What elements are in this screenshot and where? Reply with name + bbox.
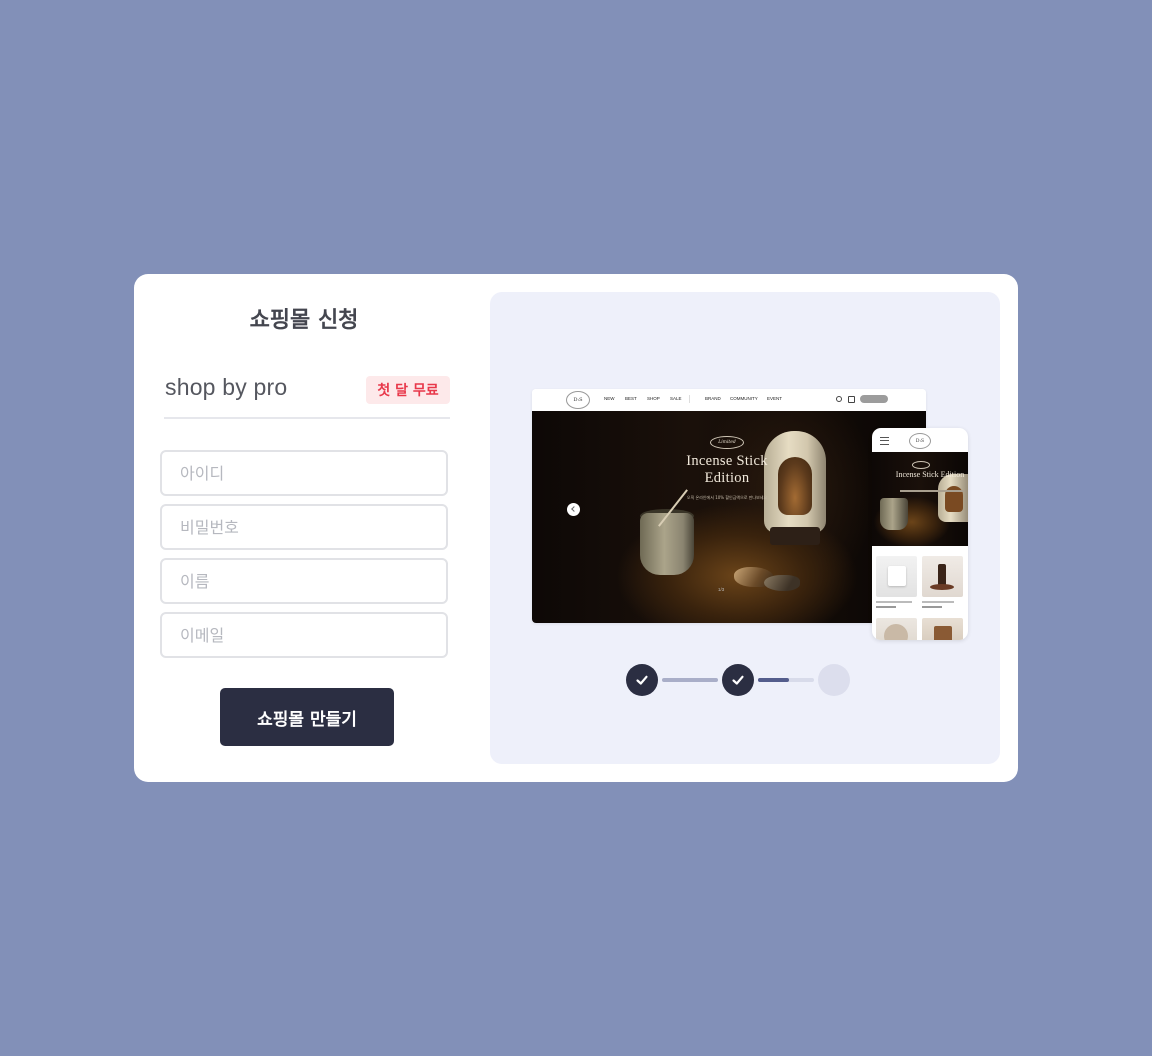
check-icon [732, 675, 744, 685]
nav-item-shop: SHOP [647, 396, 660, 401]
product-price-line [876, 606, 896, 608]
stone-image [764, 575, 800, 591]
product-thumbnail [876, 556, 917, 597]
burner-image [938, 474, 968, 522]
hero-subtitle: 오직 온라인에서 10% 할인금액으로 만나보세요 [686, 495, 768, 500]
cup-image [880, 498, 908, 530]
step-3-pending [818, 664, 850, 696]
check-icon [636, 675, 648, 685]
nav-separator [689, 395, 690, 403]
step-2-complete [722, 664, 754, 696]
signup-form: 쇼핑몰 신청 shop by pro 첫 달 무료 쇼핑몰 만들기 [134, 274, 474, 782]
mobile-hero: Incense Stick Edition [872, 452, 968, 546]
email-input[interactable] [160, 612, 448, 658]
password-input[interactable] [160, 504, 448, 550]
desktop-logo: D:S [566, 391, 590, 409]
step-connector-1 [662, 678, 718, 682]
hero-badge [912, 461, 930, 469]
plan-name: shop by pro [165, 374, 288, 400]
desktop-preview: D:S NEW BEST SHOP SALE BRAND COMMUNITY E… [532, 389, 926, 623]
desktop-hero: Limited Incense Stick Edition 오직 온라인에서 1… [532, 411, 926, 623]
burner-opening [778, 457, 812, 515]
product-name-line [922, 601, 954, 603]
step-connector-2 [758, 678, 814, 682]
preview-panel: D:S NEW BEST SHOP SALE BRAND COMMUNITY E… [490, 292, 1000, 764]
product-thumbnail [922, 618, 963, 640]
mobile-preview: D:S Incense Stick Edition [872, 428, 968, 640]
create-shop-button[interactable]: 쇼핑몰 만들기 [220, 688, 394, 746]
id-input[interactable] [160, 450, 448, 496]
product-thumbnail [876, 618, 917, 640]
product-name-line [876, 601, 912, 603]
nav-item-event: EVENT [767, 396, 783, 401]
hero-badge: Limited [710, 436, 744, 449]
plan-divider [164, 417, 450, 419]
nav-item-sale: SALE [670, 396, 682, 401]
menu-icon [880, 437, 889, 445]
name-input[interactable] [160, 558, 448, 604]
nav-item-best: BEST [625, 396, 637, 401]
carousel-prev-button [567, 503, 580, 516]
login-pill [860, 395, 888, 403]
carousel-pagination: 1/3 [718, 587, 725, 592]
page-title: 쇼핑몰 신청 [249, 308, 359, 333]
desktop-nav: D:S NEW BEST SHOP SALE BRAND COMMUNITY E… [532, 389, 926, 411]
hero-subtitle [900, 490, 964, 492]
mobile-logo: D:S [909, 433, 931, 449]
cup-image [640, 513, 694, 575]
step-connector-2-progress [758, 678, 789, 682]
nav-item-community: COMMUNITY [730, 396, 758, 401]
step-1-complete [626, 664, 658, 696]
hero-title: Incense Stick Edition [686, 453, 768, 486]
nav-item-new: NEW [604, 396, 615, 401]
mobile-hero-title: Incense Stick Edition [895, 470, 965, 479]
burner-base [770, 527, 820, 545]
product-thumbnail [922, 556, 963, 597]
signup-card: 쇼핑몰 신청 shop by pro 첫 달 무료 쇼핑몰 만들기 D:S NE… [134, 274, 1018, 782]
product-price-line [922, 606, 942, 608]
search-icon [836, 396, 842, 402]
free-trial-badge: 첫 달 무료 [366, 376, 450, 404]
bag-icon [848, 396, 855, 403]
nav-item-brand: BRAND [705, 396, 721, 401]
